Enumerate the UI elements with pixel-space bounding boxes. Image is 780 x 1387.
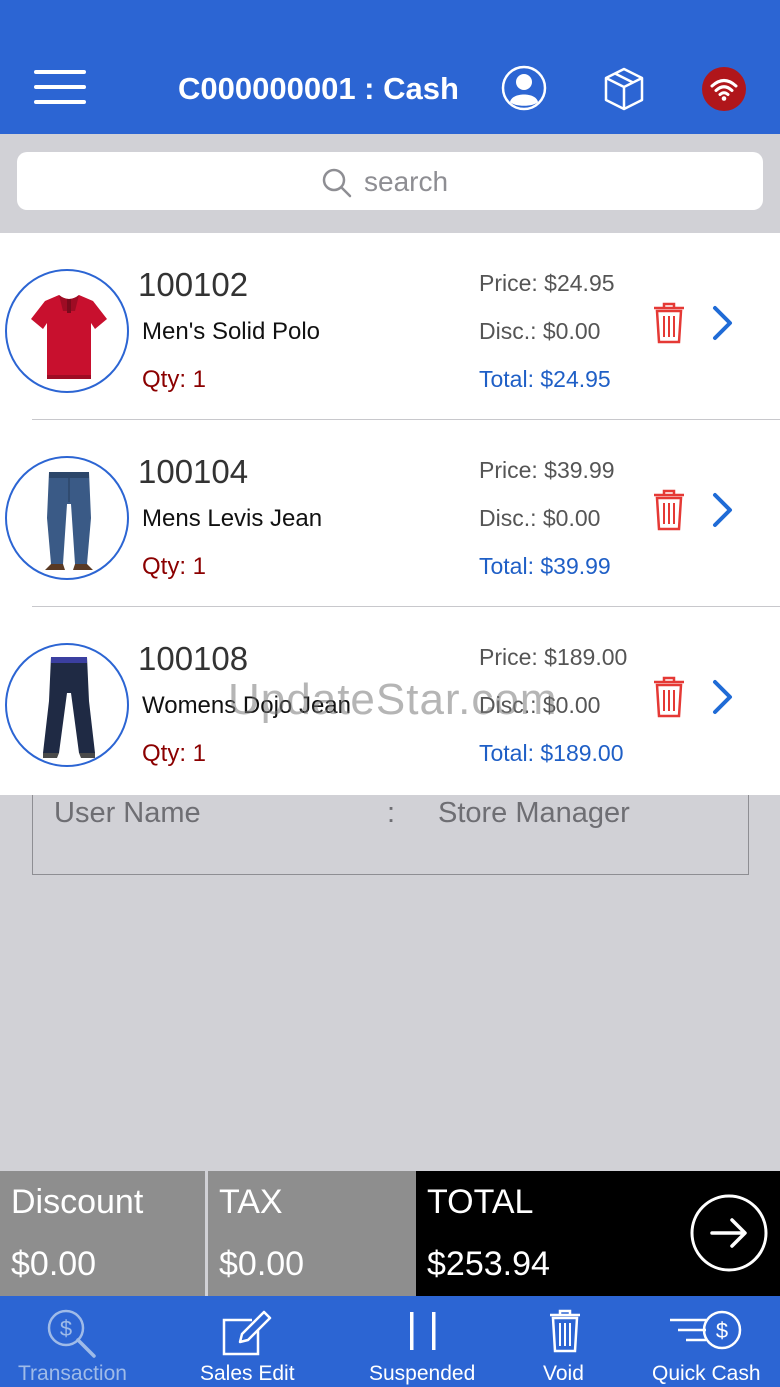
item-price: Price: $24.95: [479, 270, 615, 296]
item-price: Price: $189.00: [479, 644, 628, 670]
tab-label: Void: [543, 1362, 584, 1385]
item-total: Total: $189.00: [479, 740, 624, 766]
tab-label: Suspended: [369, 1362, 476, 1385]
bottom-tab-bar: $ Transaction Sales Edit Suspended Void: [0, 1296, 780, 1387]
item-name: Men's Solid Polo: [142, 318, 321, 345]
tax-value: $0.00: [219, 1245, 305, 1283]
product-image: [5, 456, 129, 580]
trash-icon: [550, 1309, 580, 1353]
edit-icon: [222, 1310, 272, 1356]
package-icon[interactable]: [600, 65, 648, 113]
menu-icon[interactable]: [34, 70, 86, 104]
total-panel: TOTAL $253.94: [416, 1171, 780, 1296]
tab-suspended[interactable]: Suspended: [360, 1296, 488, 1387]
tab-transaction[interactable]: $ Transaction: [0, 1296, 146, 1387]
tab-sales-edit[interactable]: Sales Edit: [190, 1296, 306, 1387]
item-total: Total: $39.99: [479, 553, 611, 579]
wifi-status-icon[interactable]: [701, 66, 747, 112]
chevron-right-icon[interactable]: [710, 492, 736, 528]
chevron-right-icon[interactable]: [710, 305, 736, 341]
total-label: TOTAL: [427, 1183, 534, 1221]
discount-panel[interactable]: Discount $0.00: [0, 1171, 205, 1296]
product-image: [5, 643, 129, 767]
tax-label: TAX: [219, 1183, 283, 1221]
item-discount: Disc.: $0.00: [479, 318, 601, 344]
item-price: Price: $39.99: [479, 457, 615, 483]
header-title: C000000001 : Cash: [178, 71, 459, 106]
pause-icon: [410, 1312, 436, 1350]
user-name-value: Store Manager: [438, 797, 630, 829]
tab-label: Quick Cash: [652, 1362, 761, 1385]
user-info-box: User Name : Store Manager: [32, 795, 749, 875]
item-code: 100108: [138, 640, 249, 677]
tax-panel[interactable]: TAX $0.00: [208, 1171, 416, 1296]
discount-label: Discount: [11, 1183, 144, 1221]
cart-item[interactable]: 100104 Mens Levis Jean Qty: 1 Price: $39…: [0, 420, 780, 607]
item-total: Total: $24.95: [479, 366, 611, 392]
total-value: $253.94: [427, 1245, 550, 1283]
user-icon[interactable]: [501, 65, 547, 111]
delete-item-icon[interactable]: [652, 301, 686, 345]
discount-value: $0.00: [11, 1245, 97, 1283]
svg-text:$: $: [60, 1316, 72, 1341]
quick-cash-icon: $: [670, 1310, 742, 1350]
tab-label: Transaction: [18, 1362, 127, 1385]
tab-quick-cash[interactable]: $ Quick Cash: [640, 1296, 775, 1387]
search-icon: [322, 168, 352, 198]
user-name-separator: :: [387, 797, 396, 829]
svg-text:$: $: [716, 1318, 728, 1343]
dollar-search-icon: $: [47, 1309, 96, 1358]
cart-item[interactable]: 100102 Men's Solid Polo Qty: 1 Price: $2…: [0, 233, 780, 420]
tab-label: Sales Edit: [200, 1362, 295, 1385]
item-code: 100102: [138, 266, 249, 303]
item-qty: Qty: 1: [142, 553, 207, 580]
item-name: Mens Levis Jean: [142, 505, 323, 532]
watermark: UpdateStar.com: [228, 675, 558, 724]
item-qty: Qty: 1: [142, 366, 207, 393]
product-image: [5, 269, 129, 393]
item-code: 100104: [138, 453, 249, 490]
chevron-right-icon[interactable]: [710, 679, 736, 715]
search-input[interactable]: [364, 164, 664, 200]
item-discount: Disc.: $0.00: [479, 505, 601, 531]
delete-item-icon[interactable]: [652, 675, 686, 719]
totals-bar: Discount $0.00 TAX $0.00 TOTAL $253.94: [0, 1171, 780, 1296]
checkout-arrow-icon[interactable]: [690, 1194, 768, 1272]
delete-item-icon[interactable]: [652, 488, 686, 532]
tab-void[interactable]: Void: [530, 1296, 600, 1387]
item-qty: Qty: 1: [142, 740, 207, 767]
top-bar: C000000001 : Cash: [0, 0, 780, 134]
user-name-label: User Name: [54, 797, 201, 829]
